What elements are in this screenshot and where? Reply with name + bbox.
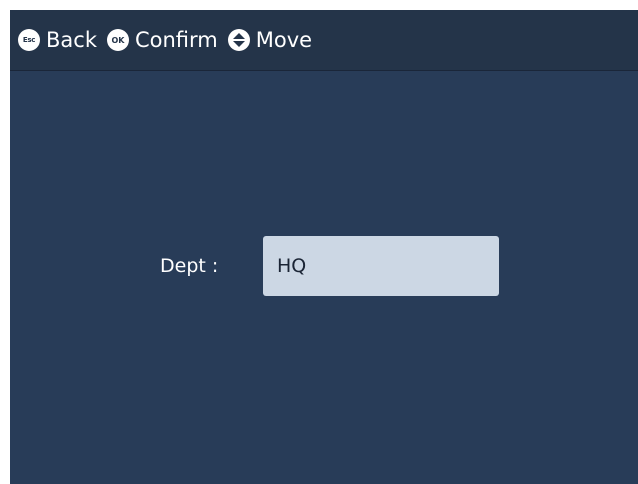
dept-input[interactable]: HQ: [263, 236, 499, 296]
confirm-hint[interactable]: OK Confirm: [106, 27, 218, 52]
dept-value: HQ: [277, 255, 307, 277]
back-hint[interactable]: Esc Back: [18, 29, 97, 51]
dept-field-row: Dept : HQ: [160, 236, 499, 296]
up-down-arrows-icon: [227, 29, 250, 51]
ok-key-icon: OK: [106, 29, 129, 51]
move-hint[interactable]: Move: [227, 27, 313, 52]
device-screen: Esc Back OK Confirm Move Dept : HQ: [10, 10, 638, 484]
key-hint-bar: Esc Back OK Confirm Move: [10, 10, 638, 71]
move-label: Move: [255, 27, 313, 52]
dept-label: Dept :: [160, 255, 219, 277]
esc-key-icon: Esc: [18, 29, 40, 51]
back-label: Back: [46, 27, 97, 52]
confirm-label: Confirm: [134, 27, 218, 52]
